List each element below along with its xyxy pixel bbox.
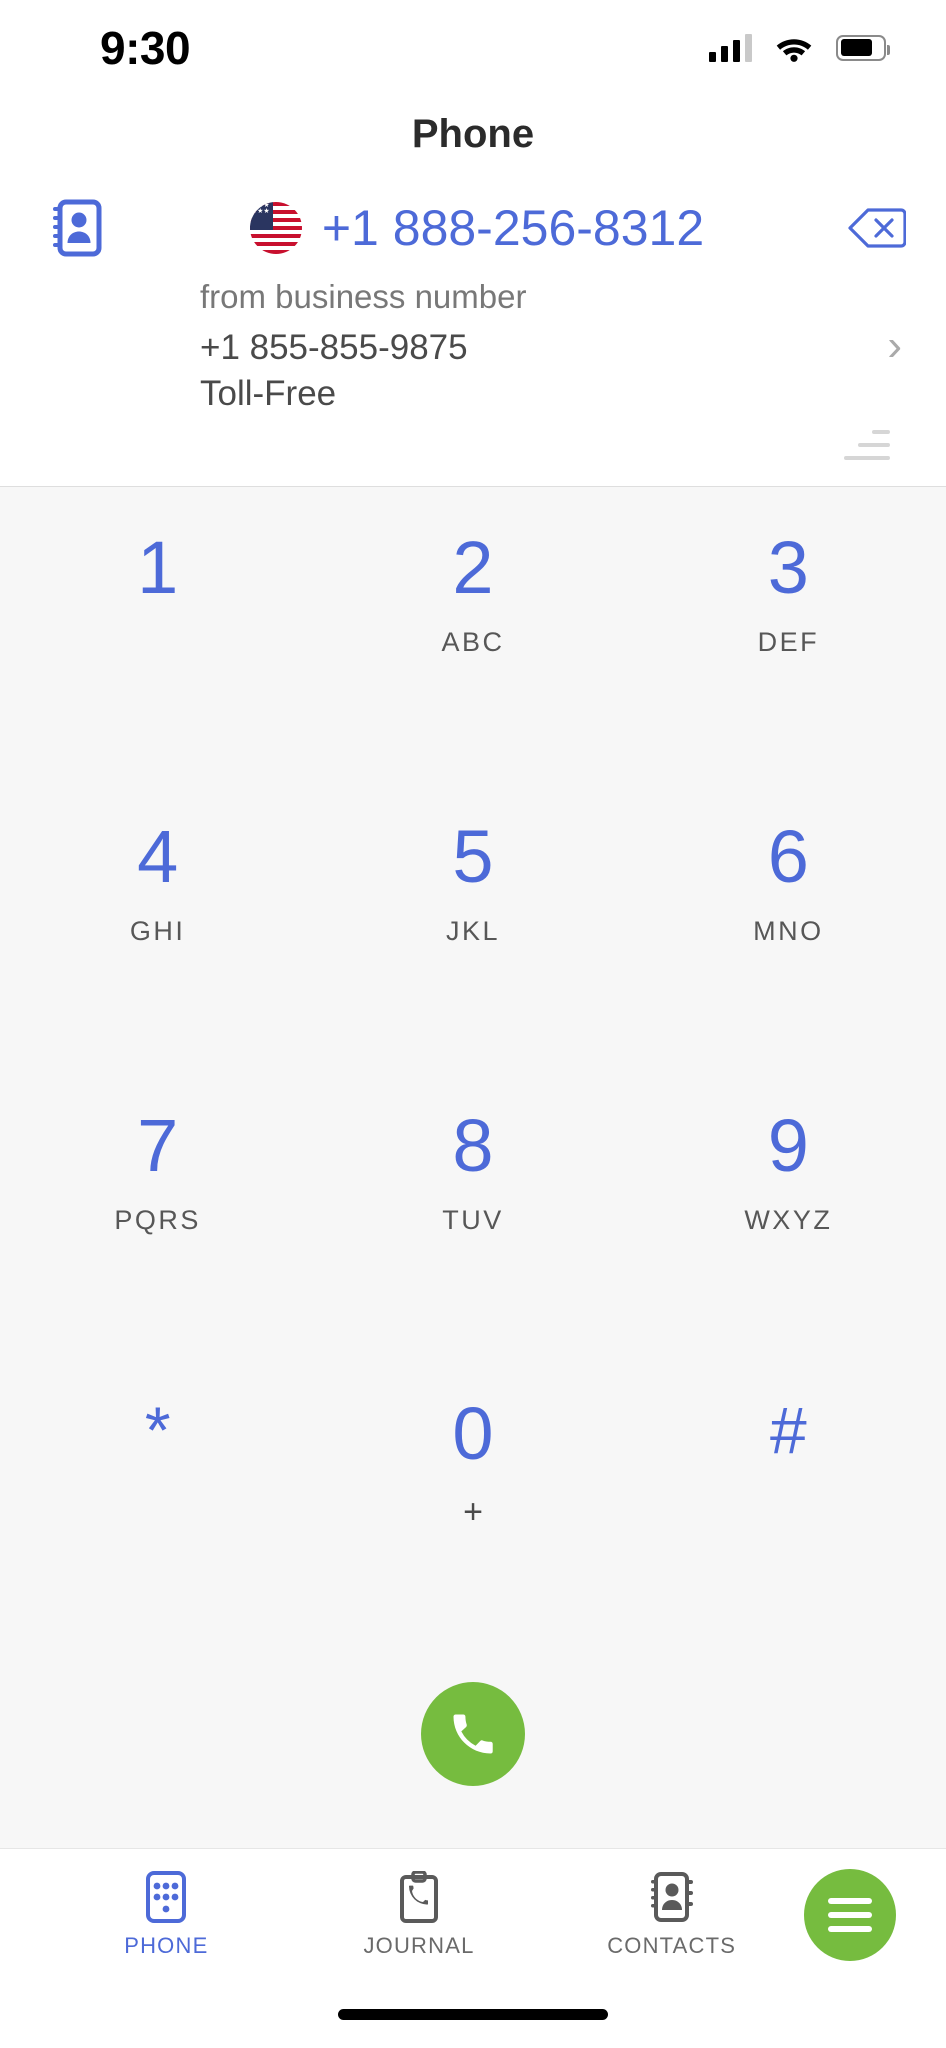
dialpad-key-hash[interactable]: # xyxy=(631,1375,946,1664)
sort-lines-icon[interactable] xyxy=(844,430,890,461)
dialpad-key-7[interactable]: 7 PQRS xyxy=(0,1087,315,1376)
backspace-icon xyxy=(848,208,906,248)
battery-icon xyxy=(836,34,890,61)
tab-phone[interactable]: PHONE xyxy=(40,1870,293,1959)
tab-journal[interactable]: JOURNAL xyxy=(293,1870,546,1959)
key-digit: # xyxy=(769,1393,807,1468)
key-letters: WXYZ xyxy=(744,1204,833,1235)
call-button-wrap xyxy=(0,1664,946,1848)
key-digit: 4 xyxy=(137,814,179,898)
status-indicators xyxy=(709,33,890,62)
key-digit: 0 xyxy=(452,1392,494,1476)
business-number-row[interactable]: from business number +1 855-855-9875 Tol… xyxy=(0,269,946,416)
dialpad-key-4[interactable]: 4 GHI xyxy=(0,798,315,1087)
menu-fab-button[interactable] xyxy=(804,1868,897,1961)
tab-label: PHONE xyxy=(124,1932,209,1958)
key-digit: * xyxy=(144,1393,171,1468)
address-book-icon xyxy=(53,199,102,257)
clipboard-phone-icon xyxy=(400,1870,438,1923)
tab-contacts[interactable]: CONTACTS xyxy=(545,1871,798,1959)
key-digit: 6 xyxy=(767,814,809,898)
key-digit: 9 xyxy=(767,1103,809,1187)
key-letters: MNO xyxy=(753,915,824,946)
dial-field-row: ★★★ ★★★ +1 888-256-8312 xyxy=(0,173,946,269)
dialed-number: +1 888-256-8312 xyxy=(321,200,705,256)
chevron-right-icon[interactable]: › xyxy=(867,323,902,368)
key-digit: 1 xyxy=(137,526,179,610)
key-letters: ABC xyxy=(441,627,505,658)
page-title-bar: Phone xyxy=(0,95,946,173)
phone-handset-icon xyxy=(453,1714,493,1754)
address-book-icon xyxy=(650,1871,693,1922)
tab-label: JOURNAL xyxy=(363,1932,475,1958)
bottom-tab-bar: PHONE JOURNAL CONTACTS xyxy=(0,1848,946,1980)
dialpad-keys: 1 2 ABC 3 DEF 4 GHI 5 JKL 6 MNO 7 PQRS 8… xyxy=(0,509,946,1664)
us-flag-icon: ★★★ ★★★ xyxy=(249,202,302,254)
key-letters: GHI xyxy=(129,915,186,946)
key-digit: 7 xyxy=(137,1103,179,1187)
status-time: 9:30 xyxy=(100,21,191,74)
status-bar: 9:30 xyxy=(0,0,946,95)
dialpad-key-8[interactable]: 8 TUV xyxy=(315,1087,630,1376)
dial-field-panel: ★★★ ★★★ +1 888-256-8312 from business num… xyxy=(0,173,946,488)
key-letters: JKL xyxy=(445,915,500,946)
page-title: Phone xyxy=(411,111,535,156)
key-digit: 8 xyxy=(452,1103,494,1187)
cellular-signal-icon xyxy=(709,33,752,62)
key-letters: PQRS xyxy=(114,1204,201,1235)
dialpad-key-1[interactable]: 1 xyxy=(0,509,315,798)
dialpad-key-5[interactable]: 5 JKL xyxy=(315,798,630,1087)
filter-row xyxy=(0,416,946,461)
business-number-type: Toll-Free xyxy=(200,373,337,413)
dialpad-key-3[interactable]: 3 DEF xyxy=(631,509,946,798)
dial-number-group[interactable]: ★★★ ★★★ +1 888-256-8312 xyxy=(108,199,846,257)
business-number-info: from business number +1 855-855-9875 Tol… xyxy=(200,275,867,416)
home-indicator-area xyxy=(0,1980,946,2048)
business-number-label: from business number xyxy=(200,278,527,315)
open-contacts-button[interactable] xyxy=(46,197,108,259)
backspace-button[interactable] xyxy=(846,197,908,259)
wifi-icon xyxy=(776,39,812,62)
hamburger-menu-icon xyxy=(828,1911,873,1918)
key-letters: TUV xyxy=(442,1204,504,1235)
key-letters: + xyxy=(463,1493,483,1532)
dialpad-area: 1 2 ABC 3 DEF 4 GHI 5 JKL 6 MNO 7 PQRS 8… xyxy=(0,487,946,1848)
home-indicator[interactable] xyxy=(338,2008,608,2020)
tab-label: CONTACTS xyxy=(607,1932,737,1958)
dialpad-icon xyxy=(146,1870,187,1923)
dialpad-key-star[interactable]: * xyxy=(0,1375,315,1664)
key-digit: 2 xyxy=(452,526,494,610)
dialpad-key-2[interactable]: 2 ABC xyxy=(315,509,630,798)
phone-app-screen: 9:30 Phone ★★★ ★★★ +1 888-256-8312 from … xyxy=(0,0,946,2048)
business-number-value: +1 855-855-9875 xyxy=(200,328,468,368)
call-button[interactable] xyxy=(421,1682,525,1786)
dialpad-key-9[interactable]: 9 WXYZ xyxy=(631,1087,946,1376)
key-digit: 3 xyxy=(767,526,809,610)
dialpad-key-6[interactable]: 6 MNO xyxy=(631,798,946,1087)
dialpad-key-0[interactable]: 0 + xyxy=(315,1375,630,1664)
key-letters: DEF xyxy=(757,627,820,658)
key-digit: 5 xyxy=(452,814,494,898)
